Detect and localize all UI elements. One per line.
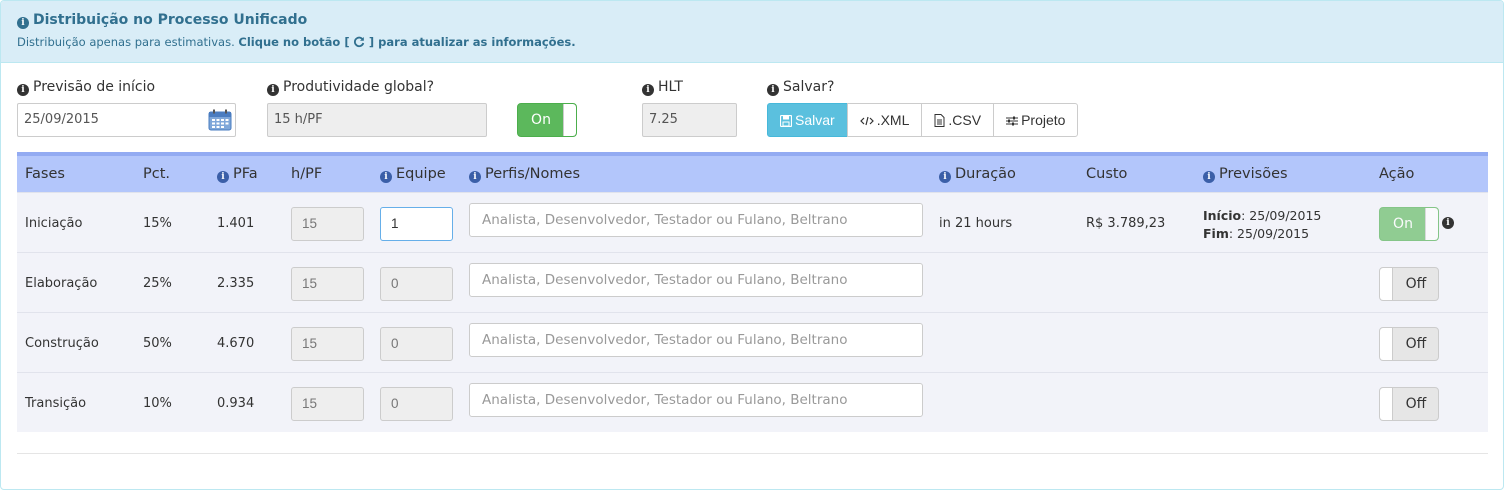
th-acao: Ação (1379, 166, 1415, 182)
cell-pct: 10% (143, 396, 172, 411)
info-icon: i (267, 84, 279, 96)
cell-pct: 15% (143, 216, 172, 231)
panel-subtitle: Distribuição apenas para estimativas. Cl… (17, 35, 576, 49)
panel-title: i Distribuição no Processo Unificado (17, 12, 307, 29)
hpf-input[interactable]: 15 (291, 267, 364, 301)
toggle-knob (1380, 388, 1393, 420)
cell-pfa: 1.401 (217, 216, 255, 231)
toggle-knob (1425, 208, 1438, 240)
equipe-input[interactable]: 1 (380, 207, 453, 241)
save-button-group: Salvar .XML .CSV Projeto (767, 103, 1079, 137)
export-csv-button[interactable]: .CSV (921, 103, 995, 137)
divider (17, 453, 1488, 454)
info-icon: i (939, 171, 951, 183)
salvar-label: i Salvar? (767, 79, 834, 96)
info-icon: i (380, 171, 392, 183)
panel-heading: i Distribuição no Processo Unificado Dist… (1, 1, 1503, 63)
toggle-knob (563, 104, 576, 136)
cell-duracao: in 21 hours (939, 216, 1013, 231)
distribution-panel: i Distribuição no Processo Unificado Dist… (0, 0, 1504, 490)
calendar-icon[interactable] (208, 109, 232, 131)
th-equipe: i Equipe (380, 166, 446, 183)
acao-toggle[interactable]: Off (1379, 327, 1439, 361)
hlt-label: i HLT (642, 79, 683, 96)
save-button[interactable]: Salvar (767, 103, 848, 137)
toggle-knob (1380, 268, 1393, 300)
equipe-input[interactable]: 0 (380, 267, 453, 301)
acao-toggle[interactable]: On (1379, 207, 1439, 241)
info-icon: i (767, 84, 779, 96)
previsao-label: i Previsão de início (17, 79, 155, 96)
perfis-input[interactable]: Analista, Desenvolvedor, Testador ou Ful… (469, 323, 923, 357)
perfis-input[interactable]: Analista, Desenvolvedor, Testador ou Ful… (469, 383, 923, 417)
cell-pct: 25% (143, 276, 172, 291)
cell-pfa: 0.934 (217, 396, 255, 411)
produtividade-input[interactable]: 15 h/PF (267, 103, 487, 137)
export-projeto-button[interactable]: Projeto (993, 103, 1079, 137)
produtividade-toggle[interactable]: On (517, 103, 577, 137)
info-icon: i (469, 171, 481, 183)
th-hpf: h/PF (291, 166, 323, 182)
code-icon (859, 116, 874, 126)
th-perfis: i Perfis/Nomes (469, 166, 580, 183)
info-icon: i (217, 171, 229, 183)
hpf-input[interactable]: 15 (291, 207, 364, 241)
equipe-input[interactable]: 0 (380, 387, 453, 421)
sliders-icon (1006, 116, 1019, 126)
th-fases: Fases (25, 166, 65, 182)
th-previsoes: i Previsões (1203, 166, 1288, 183)
th-pct: Pct. (143, 166, 171, 182)
cell-pct: 50% (143, 336, 172, 351)
previsao-date-input[interactable]: 25/09/2015 (17, 103, 236, 137)
th-custo: Custo (1086, 166, 1128, 182)
cell-fase: Construção (25, 336, 99, 351)
cell-custo: R$ 3.789,23 (1086, 216, 1166, 231)
th-duracao: i Duração (939, 166, 1016, 183)
toggle-knob (1380, 328, 1393, 360)
info-icon[interactable]: i (1442, 217, 1454, 229)
cell-pfa: 2.335 (217, 276, 255, 291)
table-row: Iniciação 15% 1.401 15 1 Analista, Desen… (17, 192, 1488, 252)
table-row: Construção 50% 4.670 15 0 Analista, Dese… (17, 312, 1488, 372)
cell-fase: Elaboração (25, 276, 98, 291)
cell-fase: Iniciação (25, 216, 83, 231)
info-icon: i (17, 84, 29, 96)
export-xml-button[interactable]: .XML (846, 103, 923, 137)
cell-fase: Transição (25, 396, 87, 411)
info-icon: i (642, 84, 654, 96)
acao-toggle[interactable]: Off (1379, 267, 1439, 301)
cell-previsoes: Início: 25/09/2015 Fim: 25/09/2015 (1203, 208, 1322, 241)
hpf-input[interactable]: 15 (291, 387, 364, 421)
info-icon: i (1203, 171, 1215, 183)
produtividade-label: i Produtividade global? (267, 79, 434, 96)
table-header: Fases Pct. i PFa h/PF i Equipe i Perfis/Nom… (17, 152, 1488, 192)
th-pfa: i PFa (217, 166, 258, 183)
table-row: Elaboração 25% 2.335 15 0 Analista, Dese… (17, 252, 1488, 312)
file-text-icon (934, 114, 945, 127)
info-icon: i (17, 17, 29, 29)
refresh-icon (354, 36, 365, 48)
floppy-icon (779, 114, 793, 128)
cell-pfa: 4.670 (217, 336, 255, 351)
acao-toggle[interactable]: Off (1379, 387, 1439, 421)
perfis-input[interactable]: Analista, Desenvolvedor, Testador ou Ful… (469, 203, 923, 237)
hpf-input[interactable]: 15 (291, 327, 364, 361)
perfis-input[interactable]: Analista, Desenvolvedor, Testador ou Ful… (469, 263, 923, 297)
hlt-input[interactable]: 7.25 (642, 103, 737, 137)
equipe-input[interactable]: 0 (380, 327, 453, 361)
table-row: Transição 10% 0.934 15 0 Analista, Desen… (17, 372, 1488, 432)
